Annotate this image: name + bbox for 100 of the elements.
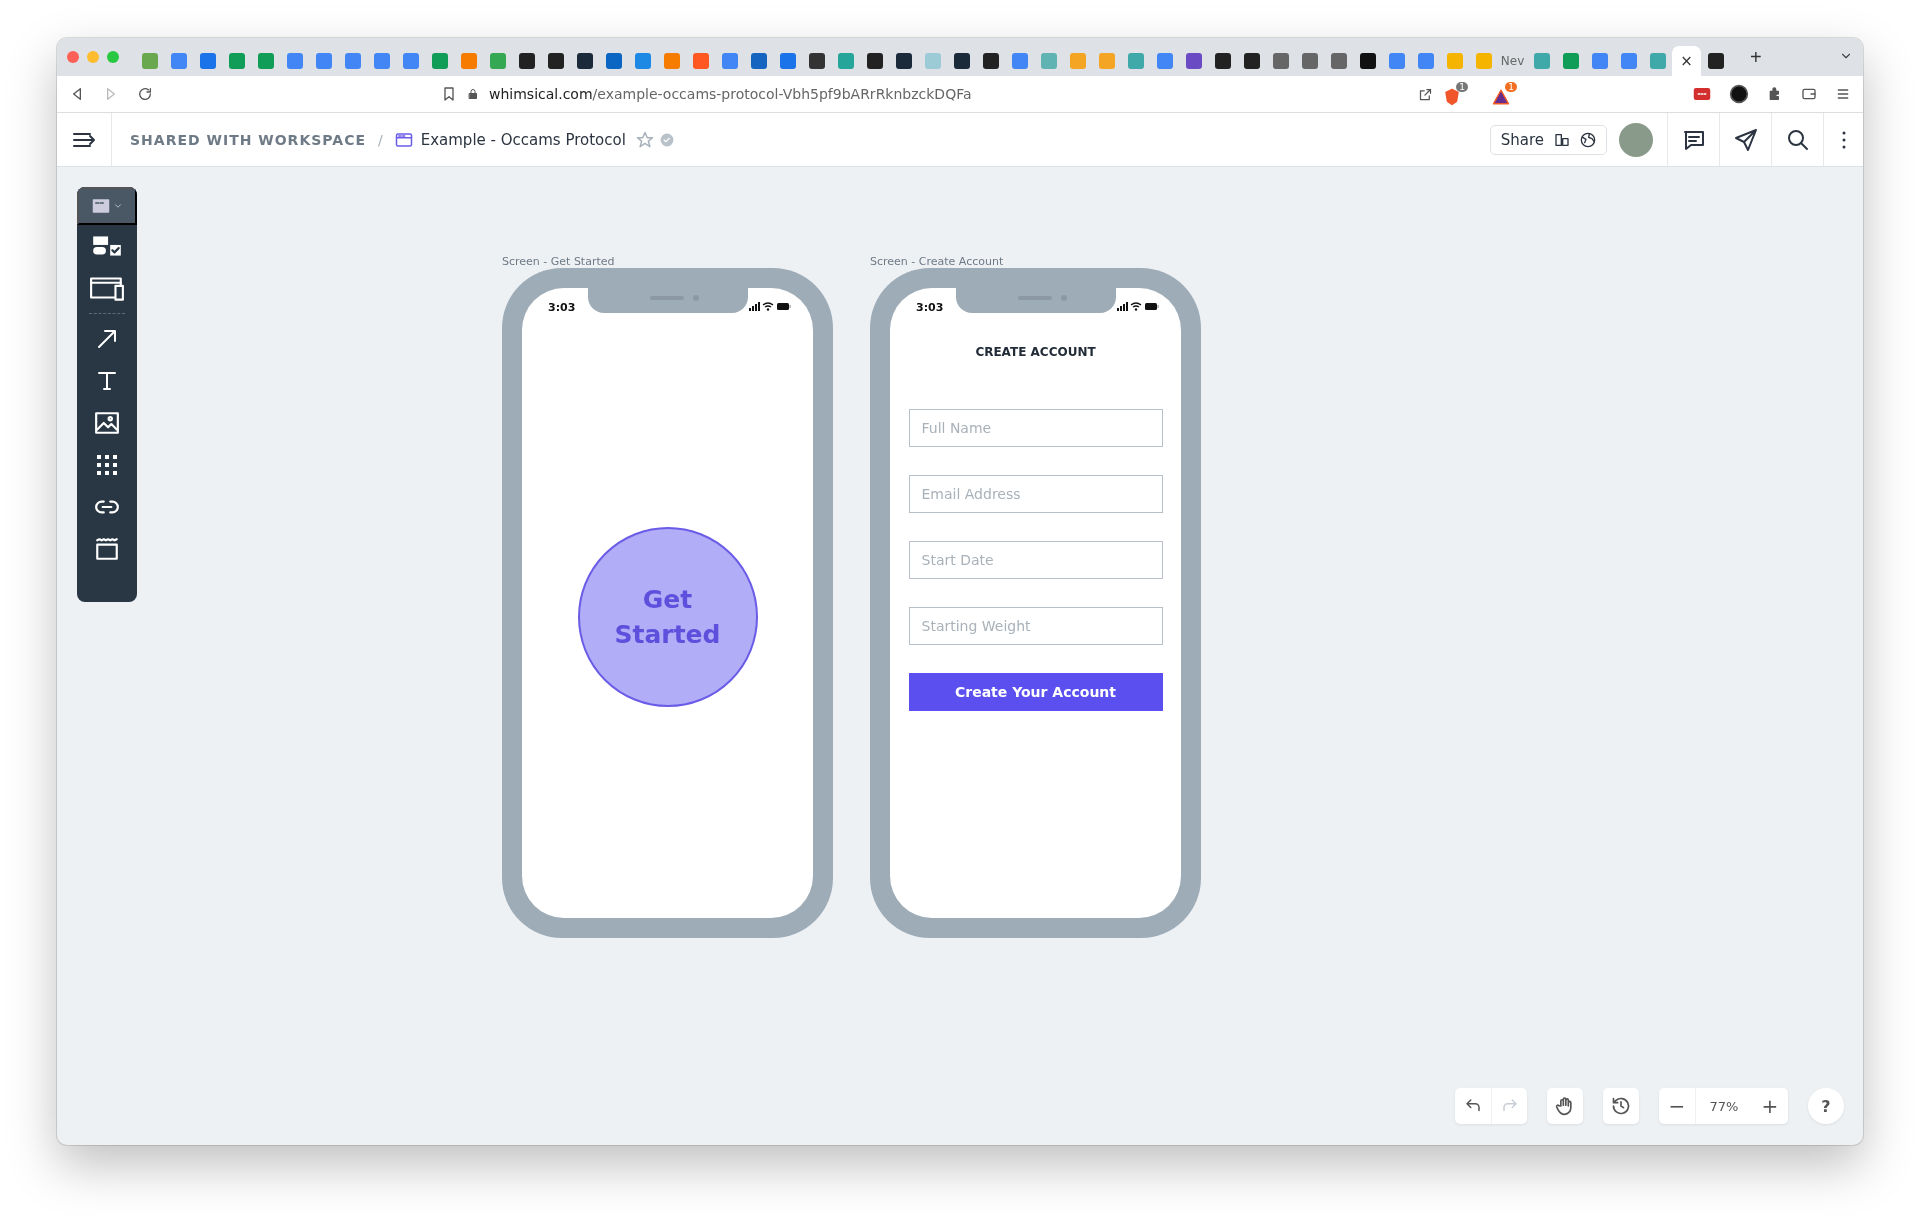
tab-icon xyxy=(228,53,245,69)
input-field[interactable]: Start Date xyxy=(908,541,1163,579)
tab-icon xyxy=(1446,53,1463,69)
tab-icon xyxy=(982,53,999,69)
shield-extension[interactable]: 1 xyxy=(1443,82,1468,106)
kebab-icon xyxy=(1841,130,1846,149)
tab-icon xyxy=(1330,53,1347,69)
tab-icon xyxy=(1214,53,1231,69)
share-button[interactable]: Share xyxy=(1489,124,1607,155)
tab-icon xyxy=(373,53,390,69)
tab-icon xyxy=(1069,53,1086,69)
arrow-icon xyxy=(95,327,119,351)
tab-icon xyxy=(547,53,564,69)
tab-icon xyxy=(489,53,506,69)
tab-icon xyxy=(924,53,941,69)
tab-icon xyxy=(1185,53,1202,69)
tab-icon xyxy=(634,53,651,69)
zoom-level[interactable]: 77% xyxy=(1695,1088,1752,1124)
browser-tab[interactable]: × xyxy=(1672,46,1701,76)
tab-icon xyxy=(141,53,158,69)
status-icons xyxy=(749,302,791,312)
verified-icon xyxy=(659,132,674,147)
wallet-icon[interactable] xyxy=(1801,86,1817,102)
new-tab-button[interactable]: + xyxy=(1744,44,1768,70)
menu-icon[interactable] xyxy=(1835,86,1851,102)
user-avatar[interactable] xyxy=(1619,122,1653,157)
tab-icon xyxy=(199,53,216,69)
breadcrumb-link[interactable]: SHARED WITH WORKSPACE xyxy=(130,131,366,148)
chevron-down-icon xyxy=(112,201,123,211)
tab-icon xyxy=(1591,53,1608,69)
tab-icon xyxy=(170,53,187,69)
tab-icon xyxy=(1620,53,1637,69)
tab-icon xyxy=(1475,53,1492,69)
reload-icon[interactable] xyxy=(137,86,153,102)
tab-icon xyxy=(576,53,593,69)
tab-icon xyxy=(1533,53,1550,69)
tab-icon xyxy=(866,53,883,69)
image-icon xyxy=(94,410,120,436)
close-window-button[interactable] xyxy=(67,51,79,63)
lock-icon xyxy=(467,88,479,100)
share-icon[interactable] xyxy=(1418,86,1433,102)
tab-icon xyxy=(1156,53,1173,69)
zoom-out-button[interactable]: − xyxy=(1659,1088,1695,1124)
create-account-button[interactable]: Create Your Account xyxy=(908,673,1163,711)
tab-icon xyxy=(1243,53,1260,69)
search-icon xyxy=(1785,127,1810,152)
breadcrumb-separator: / xyxy=(378,131,383,148)
tab-icon xyxy=(431,53,448,69)
status-time: 3:03 xyxy=(916,300,944,314)
count-badge: 1 xyxy=(1456,82,1468,92)
document-title[interactable]: Example - Occams Protocol xyxy=(420,130,626,149)
section-icon xyxy=(94,536,120,562)
tab-icon xyxy=(460,53,477,69)
building-icon xyxy=(1554,131,1570,148)
wireframe-icon xyxy=(91,197,110,215)
screen-label: Screen - Get Started xyxy=(502,255,616,268)
tab-icon xyxy=(518,53,535,69)
tab-icon xyxy=(1359,53,1376,69)
status-time: 3:03 xyxy=(548,300,576,314)
screen-label: Screen - Create Account xyxy=(870,255,1005,268)
tab-icon xyxy=(1098,53,1115,69)
tab-icon xyxy=(1707,53,1724,69)
grid-icon xyxy=(95,453,119,477)
tab-icon xyxy=(1301,53,1318,69)
tab-icon xyxy=(1649,53,1666,69)
globe-icon xyxy=(1580,131,1596,148)
tab-icon xyxy=(1272,53,1289,69)
bookmark-icon[interactable] xyxy=(441,86,457,102)
tab-icon xyxy=(895,53,912,69)
tab-icon xyxy=(315,53,332,69)
tab-icon xyxy=(1417,53,1434,69)
url-text[interactable]: whimsical.com/example-occams-protocol-Vbh5pf9bARrRknbzckDQFa xyxy=(489,86,972,102)
shield-icon xyxy=(1443,88,1461,106)
tab-icon xyxy=(721,53,738,69)
help-button[interactable]: ? xyxy=(1808,1088,1844,1124)
account-icon[interactable] xyxy=(1729,84,1749,104)
tab-icon xyxy=(953,53,970,69)
browser-tab[interactable]: Nev xyxy=(1498,46,1527,76)
input-field[interactable]: Email Address xyxy=(908,475,1163,513)
tab-icon xyxy=(1040,53,1057,69)
triangle-icon xyxy=(1492,88,1510,106)
tab-icon xyxy=(1127,53,1144,69)
paper-plane-icon xyxy=(1733,127,1758,152)
extension-icon[interactable] xyxy=(1693,85,1711,103)
tab-icon xyxy=(750,53,767,69)
tab-icon xyxy=(286,53,303,69)
input-field[interactable]: Full Name xyxy=(908,409,1163,447)
zoom-in-button[interactable]: + xyxy=(1752,1088,1788,1124)
input-field[interactable]: Starting Weight xyxy=(908,607,1163,645)
mode-switcher[interactable] xyxy=(77,187,137,225)
tab-icon xyxy=(257,53,274,69)
wireframe-icon xyxy=(394,130,413,149)
star-icon[interactable] xyxy=(635,130,654,149)
history-icon xyxy=(1611,1096,1631,1116)
tab-icon xyxy=(605,53,622,69)
tab-icon xyxy=(402,53,419,69)
hand-icon xyxy=(1555,1096,1575,1116)
tab-icon xyxy=(1388,53,1405,69)
tab-icon xyxy=(663,53,680,69)
tab-icon xyxy=(779,53,796,69)
